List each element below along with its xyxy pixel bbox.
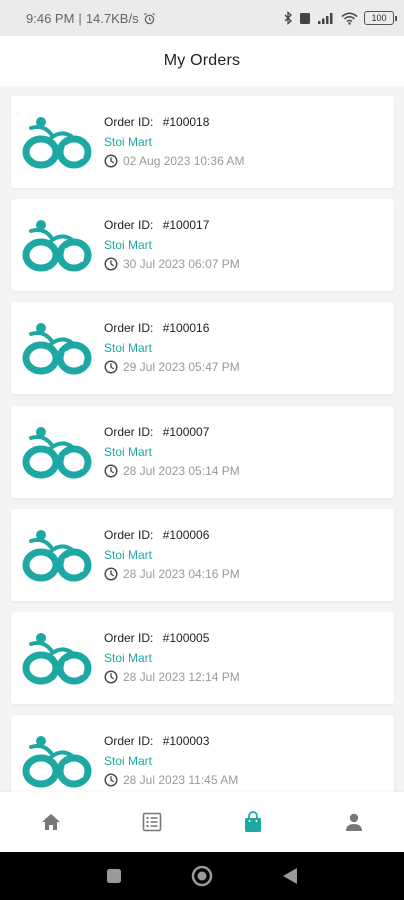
store-logo-icon: [21, 731, 93, 791]
order-id-label: Order ID:: [104, 528, 154, 542]
order-id-line: Order ID: #100016: [104, 321, 209, 335]
order-card[interactable]: Order ID: #100005 Stoi Mart 28 Jul 2023 …: [11, 612, 394, 704]
network-speed: 14.7KB/s: [85, 10, 139, 26]
status-left: 9:46 PM | 14.7KB/s: [26, 11, 156, 26]
order-id-value: #100017: [162, 218, 210, 232]
order-datetime: 28 Jul 2023 11:45 AM: [123, 773, 239, 787]
order-datetime: 02 Aug 2023 10:36 AM: [123, 154, 245, 168]
system-nav-bar: [0, 852, 404, 900]
back-triangle-icon: [283, 868, 297, 884]
recents-icon: [107, 869, 121, 883]
order-time: 28 Jul 2023 05:14 PM: [104, 464, 240, 478]
order-time: 28 Jul 2023 12:14 PM: [104, 670, 240, 684]
clock-icon: [104, 360, 118, 374]
order-id-label: Order ID:: [104, 631, 154, 645]
bluetooth-icon: [284, 11, 292, 25]
order-datetime: 28 Jul 2023 05:14 PM: [123, 464, 240, 478]
order-card[interactable]: Order ID: #100006 Stoi Mart 28 Jul 2023 …: [11, 509, 394, 601]
nav-list[interactable]: [122, 792, 182, 852]
battery-icon: 100: [364, 11, 397, 25]
shopping-bag-icon: [244, 811, 261, 832]
page-title: My Orders: [163, 52, 241, 69]
store-name: Stoi Mart: [104, 341, 153, 355]
order-id-value: #100003: [162, 734, 210, 748]
order-id-value: #100018: [162, 115, 210, 129]
status-right: 100: [283, 11, 397, 25]
recents-button[interactable]: [94, 856, 134, 896]
order-id-line: Order ID: #100007: [104, 425, 209, 439]
store-logo-icon: [21, 525, 93, 585]
clock-icon: [104, 257, 118, 271]
clock-icon: [104, 670, 118, 684]
store-logo-icon: [21, 318, 93, 378]
list-icon: [142, 812, 161, 832]
status-divider: |: [78, 10, 82, 26]
alarm-icon: [143, 12, 155, 24]
user-icon: [345, 813, 362, 831]
order-datetime: 28 Jul 2023 04:16 PM: [123, 567, 240, 581]
order-time: 30 Jul 2023 06:07 PM: [104, 257, 240, 271]
order-id-line: Order ID: #100003: [104, 734, 209, 748]
order-id-label: Order ID:: [104, 734, 154, 748]
status-bar: 9:46 PM | 14.7KB/s 100: [0, 0, 404, 36]
order-time: 29 Jul 2023 05:47 PM: [104, 360, 240, 374]
order-time: 02 Aug 2023 10:36 AM: [104, 154, 244, 168]
order-id-value: #100006: [162, 528, 210, 542]
orders-list[interactable]: Order ID: #100018 Stoi Mart 02 Aug 2023 …: [0, 86, 404, 792]
order-id-label: Order ID:: [104, 321, 154, 335]
order-datetime: 29 Jul 2023 05:47 PM: [123, 360, 240, 374]
order-id-value: #100016: [162, 321, 210, 335]
store-logo-icon: [21, 112, 93, 172]
store-name: Stoi Mart: [104, 651, 153, 665]
store-logo-icon: [21, 628, 93, 688]
home-button[interactable]: [182, 856, 222, 896]
store-name: Stoi Mart: [104, 445, 153, 459]
sim-icon: [300, 12, 310, 24]
store-logo-icon: [21, 215, 93, 275]
nav-profile[interactable]: [324, 792, 384, 852]
order-card[interactable]: Order ID: #100016 Stoi Mart 29 Jul 2023 …: [11, 302, 394, 394]
order-id-line: Order ID: #100018: [104, 115, 209, 129]
order-datetime: 30 Jul 2023 06:07 PM: [123, 257, 240, 271]
status-time: 9:46 PM: [26, 10, 75, 26]
clock-icon: [104, 567, 118, 581]
wifi-icon: [341, 12, 358, 25]
order-id-value: #100007: [162, 425, 210, 439]
order-id-label: Order ID:: [104, 115, 154, 129]
order-card[interactable]: Order ID: #100017 Stoi Mart 30 Jul 2023 …: [11, 199, 394, 291]
clock-icon: [104, 773, 118, 787]
store-logo-icon: [21, 422, 93, 482]
order-id-line: Order ID: #100005: [104, 631, 209, 645]
order-id-value: #100005: [162, 631, 210, 645]
order-card[interactable]: Order ID: #100003 Stoi Mart 28 Jul 2023 …: [11, 715, 394, 792]
battery-level: 100: [371, 13, 387, 23]
store-name: Stoi Mart: [104, 754, 153, 768]
order-card[interactable]: Order ID: #100007 Stoi Mart 28 Jul 2023 …: [11, 406, 394, 498]
order-id-line: Order ID: #100006: [104, 528, 209, 542]
order-time: 28 Jul 2023 04:16 PM: [104, 567, 240, 581]
nav-orders[interactable]: [223, 792, 283, 852]
order-id-label: Order ID:: [104, 425, 154, 439]
clock-icon: [104, 464, 118, 478]
back-button[interactable]: [270, 856, 310, 896]
app-header: My Orders: [0, 36, 404, 86]
signal-icon: [318, 12, 333, 24]
store-name: Stoi Mart: [104, 238, 153, 252]
home-icon: [41, 814, 60, 830]
clock-icon: [104, 154, 118, 168]
order-id-label: Order ID:: [104, 218, 154, 232]
order-time: 28 Jul 2023 11:45 AM: [104, 773, 238, 787]
order-datetime: 28 Jul 2023 12:14 PM: [123, 670, 240, 684]
home-circle-icon: [191, 865, 213, 887]
nav-home[interactable]: [21, 792, 81, 852]
order-card[interactable]: Order ID: #100018 Stoi Mart 02 Aug 2023 …: [11, 96, 394, 188]
bottom-nav: [0, 792, 404, 852]
store-name: Stoi Mart: [104, 135, 153, 149]
store-name: Stoi Mart: [104, 548, 153, 562]
order-id-line: Order ID: #100017: [104, 218, 209, 232]
